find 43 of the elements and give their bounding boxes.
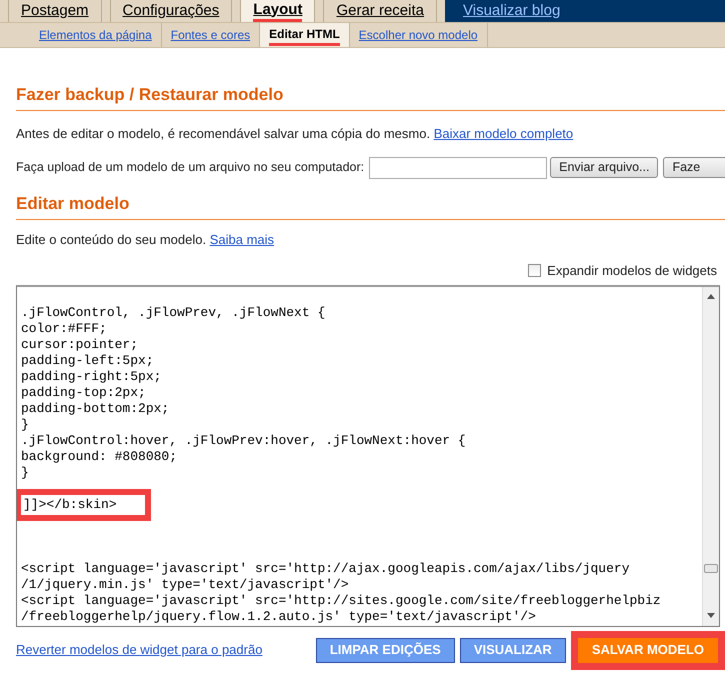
code-line: .jFlowControl:hover, .jFlowPrev:hover, .jFlowNext:hover { — [21, 432, 467, 448]
code-line: cursor:pointer; — [21, 336, 140, 352]
scroll-thumb[interactable] — [704, 564, 718, 572]
main-tab[interactable]: Configurações — [110, 0, 232, 22]
code-line: <script language='javascript' src='http://sites.google.com/site/freebloggerhelpbiz — [21, 592, 662, 608]
scroll-down-icon[interactable] — [707, 612, 715, 618]
sub-tab[interactable]: Elementos da página — [30, 23, 162, 47]
code-line: <script language='javascript' src='http://ajax.googleapis.com/ajax/libs/jquery — [21, 560, 630, 576]
code-line: } — [21, 464, 30, 480]
browse-button[interactable]: Enviar arquivo... — [550, 157, 658, 178]
code-line: background: #808080; — [21, 448, 178, 464]
sub-tab[interactable]: Escolher novo modelo — [350, 23, 488, 47]
upload-button[interactable]: Faze — [663, 157, 725, 178]
sub-tab[interactable]: Editar HTML — [260, 23, 350, 47]
learn-more-link[interactable]: Saiba mais — [210, 232, 274, 246]
main-tab[interactable]: Layout — [240, 0, 316, 22]
code-line: } — [21, 416, 30, 432]
file-path-field[interactable] — [369, 156, 548, 178]
section-title: Editar modelo — [16, 192, 725, 220]
code-editor[interactable] — [16, 284, 720, 626]
code-line: /1/jquery.min.js' type='text/javascript'/> — [21, 576, 350, 592]
download-link[interactable]: Baixar modelo completo — [434, 126, 574, 141]
expand-checkbox[interactable] — [528, 264, 542, 278]
highlight-underline — [253, 18, 302, 22]
code-line: padding-left:5px; — [21, 352, 155, 368]
section-title: Fazer backup / Restaurar modelo — [16, 84, 725, 111]
code-line: padding-right:5px; — [21, 368, 162, 384]
upload-label: Faça upload de um modelo de um arquivo no seu computador: — [16, 159, 364, 176]
revert-link[interactable]: Reverter modelos de widget para o padrão — [16, 640, 262, 660]
code-line: .jFlowControl, .jFlowPrev, .jFlowNext { — [21, 304, 326, 320]
scroll-up-icon[interactable] — [707, 294, 715, 298]
main-tab[interactable]: Postagem — [8, 0, 102, 22]
code-line: padding-top:2px; — [21, 384, 147, 400]
expand-label: Expandir modelos de widgets — [547, 262, 717, 280]
scrollbar[interactable] — [702, 286, 719, 626]
code-line: color:#FFF; — [21, 320, 108, 336]
code-line: /freebloggerhelp/jquery.flow.1.2.auto.js' type='text/javascript'/> — [21, 608, 537, 624]
backup-text: Antes de editar o modelo, é recomendável salvar uma cópia do mesmo. — [16, 126, 430, 141]
code-line: padding-bottom:2px; — [21, 400, 170, 416]
edit-text: Edite o conteúdo do seu modelo. — [16, 232, 206, 246]
main-tab[interactable]: Gerar receita — [323, 0, 437, 22]
code-line: ]]></b:skin> — [23, 496, 118, 512]
highlight-underline — [269, 42, 340, 46]
